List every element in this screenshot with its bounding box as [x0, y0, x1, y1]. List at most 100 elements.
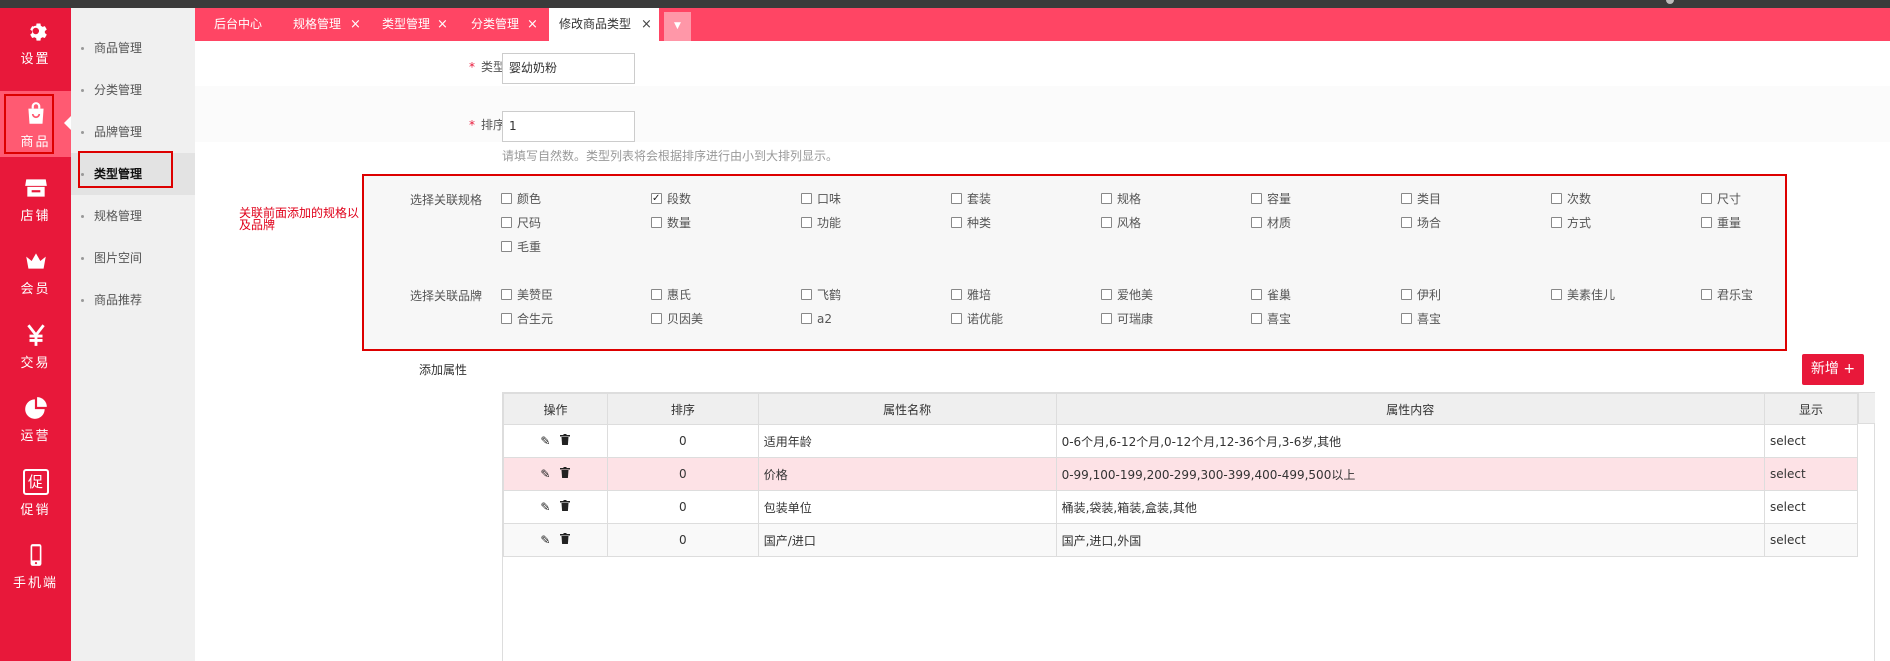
brand-checkbox[interactable]: 贝因美	[651, 311, 703, 327]
checkbox[interactable]	[1551, 217, 1562, 228]
spec-checkbox[interactable]: 种类	[951, 215, 991, 231]
tab-category-management[interactable]: 分类管理 ×	[471, 8, 541, 41]
tab-edit-goods-type[interactable]: 修改商品类型 ×	[549, 8, 659, 41]
checkbox[interactable]	[801, 217, 812, 228]
close-icon[interactable]: ×	[350, 8, 361, 41]
spec-checkbox[interactable]: 尺码	[501, 215, 541, 231]
checkbox[interactable]	[1701, 217, 1712, 228]
submenu-item[interactable]: 规格管理	[71, 195, 195, 237]
brand-checkbox[interactable]: 雀巢	[1251, 287, 1291, 303]
spec-checkbox[interactable]: 毛重	[501, 239, 541, 255]
spec-checkbox[interactable]: 套装	[951, 191, 991, 207]
spec-checkbox[interactable]: 材质	[1251, 215, 1291, 231]
brand-checkbox[interactable]: 雅培	[951, 287, 991, 303]
sidebar-item-promo[interactable]: 促促销	[0, 459, 71, 525]
checkbox[interactable]	[651, 191, 662, 207]
checkbox[interactable]	[1251, 217, 1262, 228]
checkbox[interactable]	[1551, 193, 1562, 204]
checkbox[interactable]	[1101, 289, 1112, 300]
brand-checkbox[interactable]: 可瑞康	[1101, 311, 1153, 327]
spec-checkbox[interactable]: 重量	[1701, 215, 1741, 231]
spec-checkbox[interactable]: 次数	[1551, 191, 1591, 207]
trash-icon[interactable]	[560, 434, 571, 448]
sidebar-item-gear[interactable]: 设置	[0, 8, 71, 74]
checkbox[interactable]	[501, 241, 512, 252]
checkbox[interactable]	[651, 289, 662, 300]
checkbox[interactable]	[951, 313, 962, 324]
brand-checkbox[interactable]: 爱他美	[1101, 287, 1153, 303]
spec-checkbox[interactable]: 段数	[651, 191, 691, 207]
type-name-input[interactable]: 婴幼奶粉	[502, 53, 635, 84]
tab-spec-management[interactable]: 规格管理 ×	[293, 8, 363, 41]
close-icon[interactable]: ×	[437, 8, 448, 41]
brand-checkbox[interactable]: 喜宝	[1251, 311, 1291, 327]
submenu-item[interactable]: 图片空间	[71, 237, 195, 279]
checkbox[interactable]	[1101, 217, 1112, 228]
sidebar-item-pie-chart[interactable]: 运营	[0, 385, 71, 451]
checkbox[interactable]	[1701, 193, 1712, 204]
sidebar-item-mobile[interactable]: 手机端	[0, 532, 71, 598]
spec-checkbox[interactable]: 类目	[1401, 191, 1441, 207]
brand-checkbox[interactable]: 君乐宝	[1701, 287, 1753, 303]
sidebar-item-crown[interactable]: 会员	[0, 238, 71, 304]
spec-checkbox[interactable]: 数量	[651, 215, 691, 231]
checkbox[interactable]	[801, 313, 812, 324]
sidebar-item-store[interactable]: 店铺	[0, 165, 71, 231]
spec-checkbox[interactable]: 场合	[1401, 215, 1441, 231]
trash-icon[interactable]	[560, 500, 571, 514]
submenu-item[interactable]: 分类管理	[71, 69, 195, 111]
close-icon[interactable]: ×	[641, 8, 652, 41]
checkbox[interactable]	[1401, 289, 1412, 300]
edit-icon[interactable]: ✎	[540, 434, 550, 448]
sort-input[interactable]: 1	[502, 111, 635, 142]
checkbox[interactable]	[1251, 193, 1262, 204]
checkbox[interactable]	[951, 289, 962, 300]
spec-checkbox[interactable]: 规格	[1101, 191, 1141, 207]
brand-checkbox[interactable]: 伊利	[1401, 287, 1441, 303]
edit-icon[interactable]: ✎	[540, 467, 550, 481]
tab-type-management[interactable]: 类型管理 ×	[382, 8, 452, 41]
submenu-item[interactable]: 品牌管理	[71, 111, 195, 153]
close-icon[interactable]: ×	[527, 8, 538, 41]
checkbox[interactable]	[1401, 313, 1412, 324]
checkbox[interactable]	[1251, 313, 1262, 324]
trash-icon[interactable]	[560, 533, 571, 547]
checkbox[interactable]	[1701, 289, 1712, 300]
edit-icon[interactable]: ✎	[540, 500, 550, 514]
checkbox[interactable]	[651, 313, 662, 324]
submenu-item[interactable]: 商品推荐	[71, 279, 195, 321]
brand-checkbox[interactable]: 美素佳儿	[1551, 287, 1615, 303]
checkbox[interactable]	[1251, 289, 1262, 300]
spec-checkbox[interactable]: 风格	[1101, 215, 1141, 231]
checkbox[interactable]	[1401, 193, 1412, 204]
checkbox[interactable]	[1401, 217, 1412, 228]
tab-dashboard[interactable]: 后台中心	[214, 8, 274, 41]
brand-checkbox[interactable]: 合生元	[501, 311, 553, 327]
brand-checkbox[interactable]: 喜宝	[1401, 311, 1441, 327]
brand-checkbox[interactable]: 美赞臣	[501, 287, 553, 303]
tab-more-dropdown[interactable]: ▼	[664, 12, 691, 41]
checkbox[interactable]	[951, 193, 962, 204]
spec-checkbox[interactable]: 颜色	[501, 191, 541, 207]
spec-checkbox[interactable]: 方式	[1551, 215, 1591, 231]
brand-checkbox[interactable]: 惠氏	[651, 287, 691, 303]
spec-checkbox[interactable]: 尺寸	[1701, 191, 1741, 207]
checkbox[interactable]	[501, 193, 512, 204]
brand-checkbox[interactable]: 飞鹤	[801, 287, 841, 303]
checkbox[interactable]	[951, 217, 962, 228]
checkbox[interactable]	[1101, 193, 1112, 204]
spec-checkbox[interactable]: 功能	[801, 215, 841, 231]
sidebar-item-yen[interactable]: 交易	[0, 312, 71, 378]
checkbox[interactable]	[501, 313, 512, 324]
checkbox[interactable]	[501, 289, 512, 300]
checkbox[interactable]	[1101, 313, 1112, 324]
checkbox[interactable]	[801, 289, 812, 300]
checkbox[interactable]	[501, 217, 512, 228]
edit-icon[interactable]: ✎	[540, 533, 550, 547]
trash-icon[interactable]	[560, 467, 571, 481]
checkbox[interactable]	[651, 217, 662, 228]
spec-checkbox[interactable]: 容量	[1251, 191, 1291, 207]
checkbox[interactable]	[801, 193, 812, 204]
checkbox[interactable]	[1551, 289, 1562, 300]
add-attribute-button[interactable]: 新增 +	[1802, 354, 1864, 385]
